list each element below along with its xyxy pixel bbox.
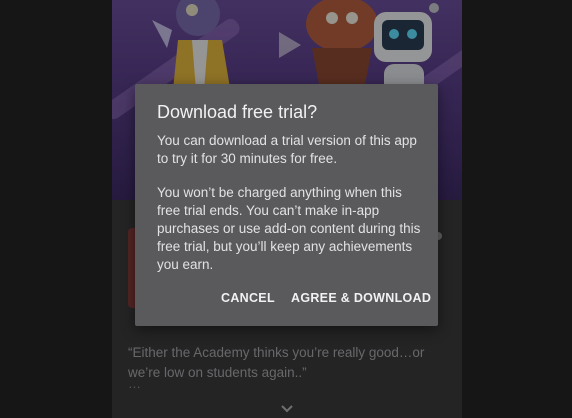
agree-download-button[interactable]: AGREE & DOWNLOAD — [291, 291, 431, 305]
dialog-message-terms: You won’t be charged anything when this … — [157, 185, 421, 272]
dialog-title: Download free trial? — [157, 102, 318, 122]
left-margin — [0, 0, 112, 418]
download-trial-dialog: Download free trial? You can download a … — [135, 84, 438, 326]
screen: “Either the Academy thinks you’re really… — [0, 0, 572, 418]
cancel-button[interactable]: CANCEL — [221, 291, 275, 305]
right-margin — [462, 0, 572, 418]
dialog-message-trial: You can download a trial version of this… — [157, 133, 417, 166]
